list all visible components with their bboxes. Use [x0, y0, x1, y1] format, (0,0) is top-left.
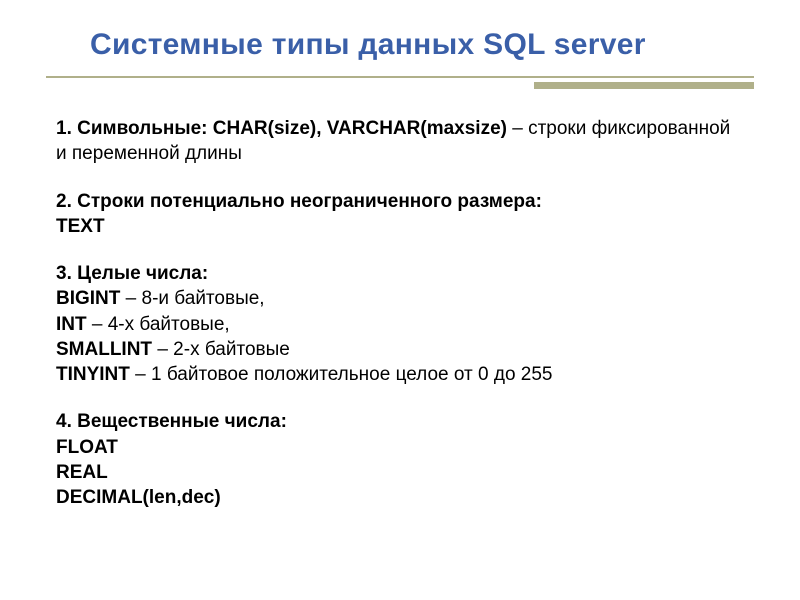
- content-area: 1. Символьные: CHAR(size), VARCHAR(maxsi…: [0, 90, 800, 510]
- smallint-key: SMALLINT: [56, 339, 152, 360]
- float-line: FLOAT: [56, 437, 118, 458]
- title-area: Системные типы данных SQL server: [0, 0, 800, 70]
- int-val: – 4-х байтовые,: [87, 314, 230, 335]
- section-3-number: 3.: [56, 263, 77, 284]
- smallint-val: – 2-х байтовые: [152, 339, 290, 360]
- tinyint-key: TINYINT: [56, 364, 130, 385]
- real-line: REAL: [56, 462, 108, 483]
- section-4: 4. Вещественные числа: FLOAT REAL DECIMA…: [56, 409, 744, 510]
- section-3-head: Целые числа:: [77, 263, 208, 284]
- bigint-key: BIGINT: [56, 288, 120, 309]
- section-2: 2. Строки потенциально неограниченного р…: [56, 189, 744, 240]
- section-1-head: Символьные: CHAR(size), VARCHAR(maxsize): [77, 118, 507, 139]
- section-1-number: 1.: [56, 118, 77, 139]
- title-underline: [0, 76, 800, 90]
- section-2-text: TEXT: [56, 216, 105, 237]
- section-4-head: Вещественные числа:: [77, 411, 287, 432]
- underline-thick: [534, 82, 754, 89]
- decimal-line: DECIMAL(len,dec): [56, 487, 221, 508]
- section-2-head: Строки потенциально неограниченного разм…: [77, 191, 542, 212]
- slide-title: Системные типы данных SQL server: [90, 28, 740, 62]
- section-1: 1. Символьные: CHAR(size), VARCHAR(maxsi…: [56, 116, 744, 167]
- tinyint-val: – 1 байтовое положительное целое от 0 до…: [130, 364, 553, 385]
- section-2-number: 2.: [56, 191, 77, 212]
- underline-thin: [46, 76, 754, 78]
- int-key: INT: [56, 314, 87, 335]
- bigint-val: – 8-и байтовые,: [120, 288, 264, 309]
- section-3: 3. Целые числа: BIGINT – 8-и байтовые, I…: [56, 261, 744, 387]
- section-4-number: 4.: [56, 411, 77, 432]
